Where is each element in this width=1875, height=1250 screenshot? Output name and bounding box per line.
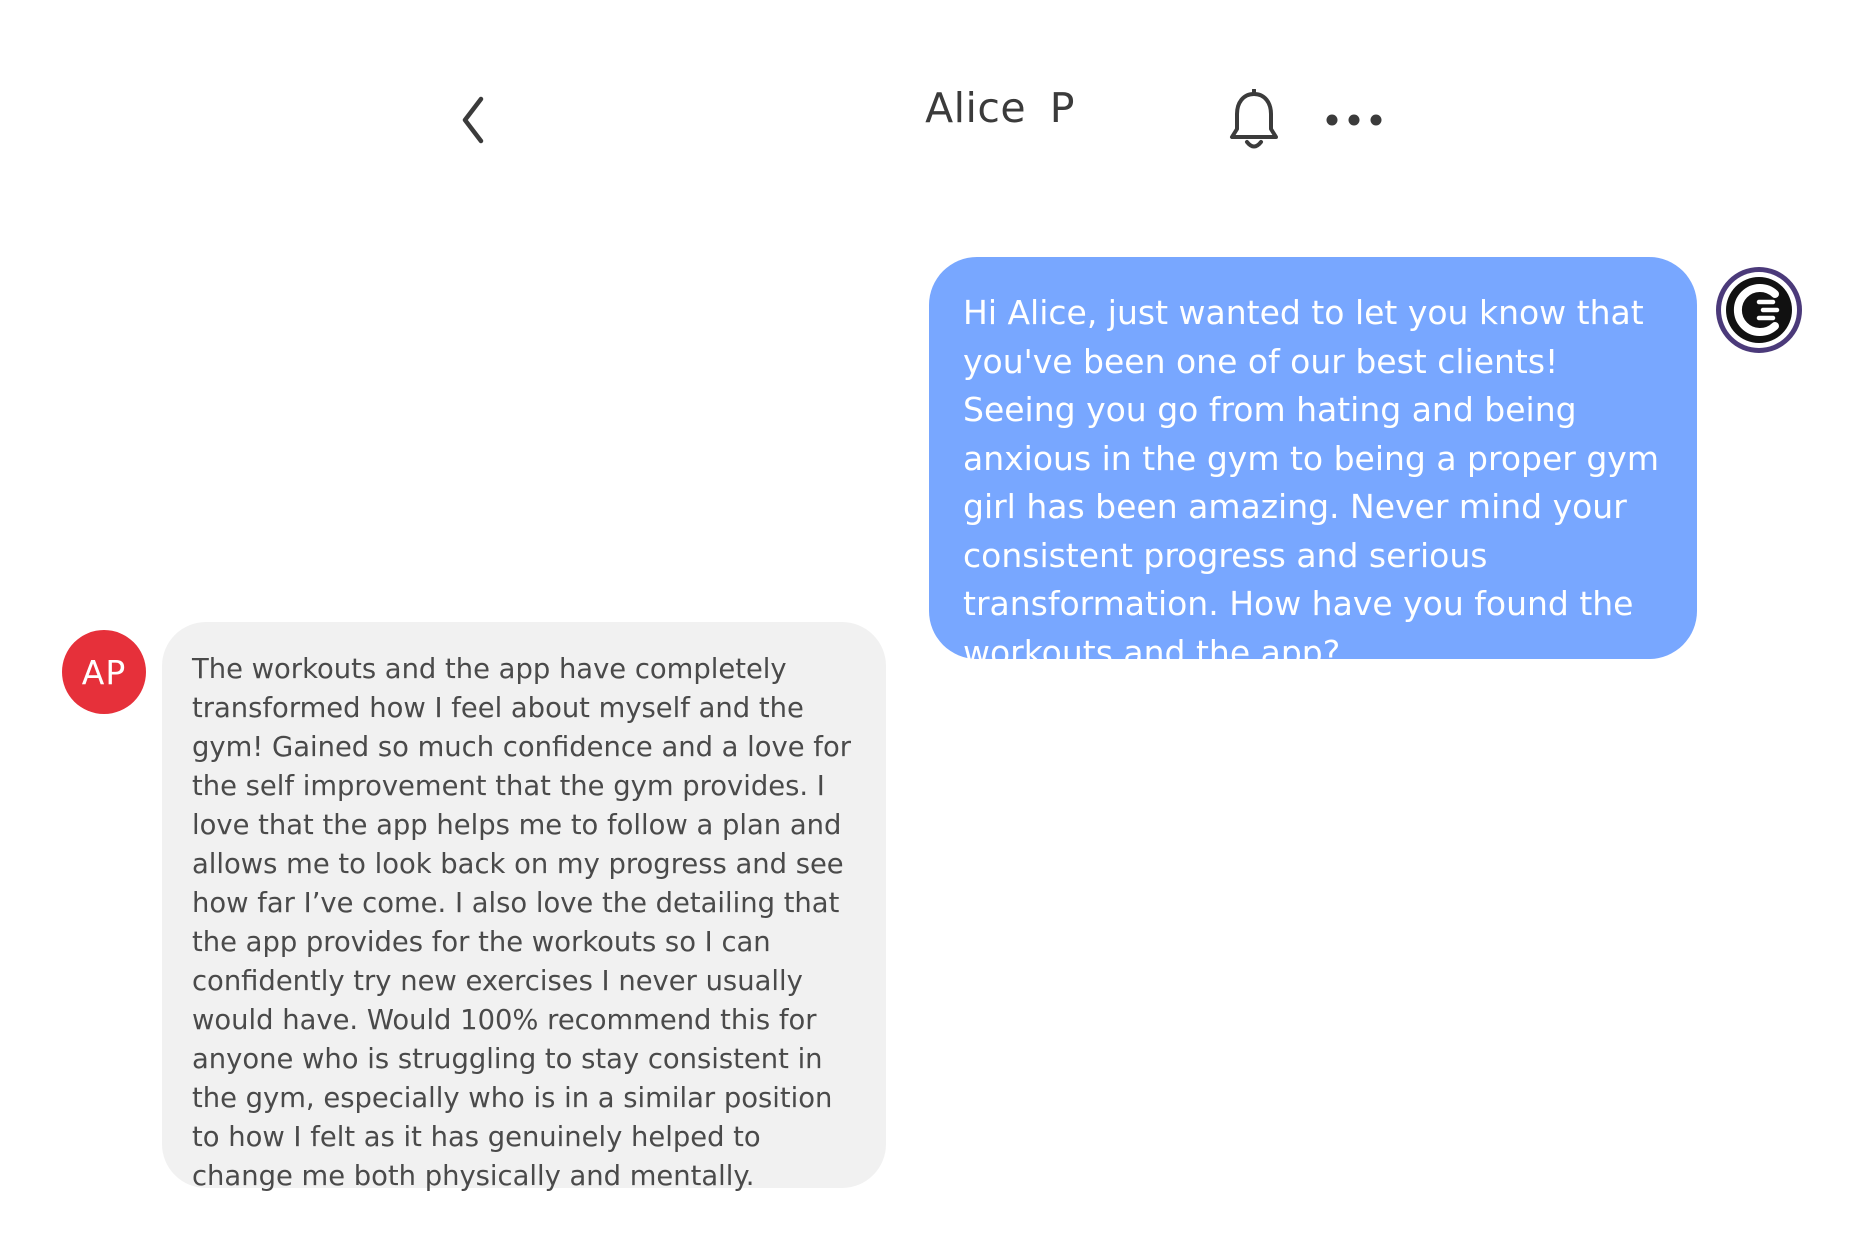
sender-avatar (1713, 264, 1805, 356)
chat-header: Alice P (0, 0, 1875, 230)
contact-avatar[interactable]: AP (62, 630, 146, 714)
chat-screen: Alice P Hi Alice, just wanted to let you… (0, 0, 1875, 1250)
notifications-button[interactable] (1222, 86, 1286, 156)
incoming-message-bubble: The workouts and the app have completely… (162, 622, 886, 1192)
outgoing-message-bubble: Hi Alice, just wanted to let you know th… (929, 257, 1697, 672)
more-options-button[interactable] (1318, 98, 1390, 142)
chevron-left-icon (462, 96, 484, 144)
brand-logo-icon (1716, 267, 1802, 353)
more-horizontal-icon (1326, 114, 1382, 126)
bell-icon (1230, 89, 1278, 149)
back-button[interactable] (444, 88, 504, 152)
contact-name-title: Alice P (925, 84, 1075, 132)
